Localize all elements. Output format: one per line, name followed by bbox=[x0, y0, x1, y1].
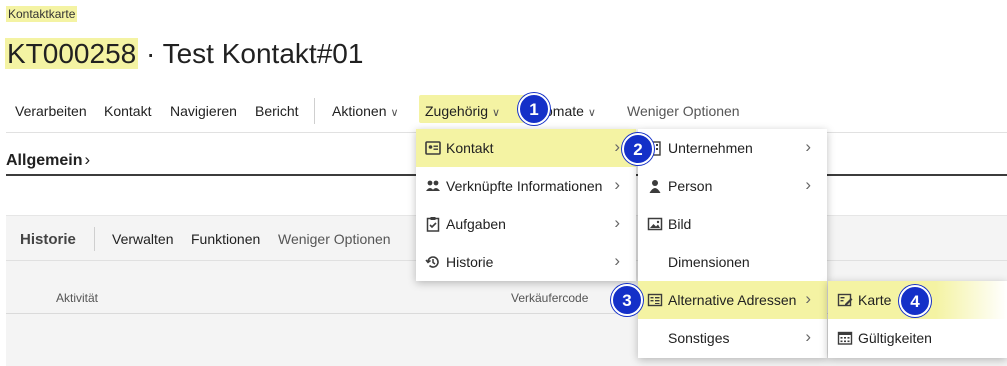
chevron-right-icon: › bbox=[805, 175, 811, 194]
action-bar: Verarbeiten Kontakt Navigieren Bericht A… bbox=[6, 92, 1007, 133]
menu-item-label: Unternehmen bbox=[668, 140, 753, 156]
menu-item-label: Alternative Adressen bbox=[668, 292, 797, 308]
automate-label: omate bbox=[545, 103, 584, 119]
column-header-aktivitaet[interactable]: Aktivität bbox=[56, 291, 98, 305]
menu-verarbeiten[interactable]: Verarbeiten bbox=[15, 103, 87, 119]
menu-item-aufgaben[interactable]: Aufgaben › bbox=[416, 205, 636, 243]
menu-item-label: Karte bbox=[858, 292, 892, 308]
menu-navigieren[interactable]: Navigieren bbox=[170, 103, 237, 119]
menu-bericht[interactable]: Bericht bbox=[255, 103, 299, 119]
address-list-icon bbox=[647, 292, 663, 308]
chevron-down-icon: ∨ bbox=[390, 107, 399, 119]
menu-item-label: Sonstiges bbox=[668, 330, 730, 346]
menu-item-gueltigkeiten[interactable]: Gültigkeiten bbox=[828, 319, 1007, 357]
record-name: Test Kontakt#01 bbox=[162, 38, 364, 69]
breadcrumb: Kontaktkarte bbox=[6, 6, 78, 22]
contact-card-icon bbox=[425, 140, 441, 156]
people-icon bbox=[425, 178, 441, 194]
person-icon bbox=[647, 178, 663, 194]
page-title: KT000258 · Test Kontakt#01 bbox=[5, 38, 363, 70]
actionbar-divider bbox=[314, 98, 315, 124]
menu-item-label: Aufgaben bbox=[446, 216, 506, 232]
menu-item-unternehmen[interactable]: Unternehmen › bbox=[638, 129, 827, 167]
menu-item-label: Historie bbox=[446, 254, 494, 270]
weniger-optionen-button[interactable]: Weniger Optionen bbox=[627, 103, 740, 119]
verwalten-button[interactable]: Verwalten bbox=[112, 231, 173, 247]
menu-item-person[interactable]: Person › bbox=[638, 167, 827, 205]
section-allgemein-label: Allgemein bbox=[6, 152, 83, 169]
menu-item-alternative-adressen[interactable]: Alternative Adressen › bbox=[638, 281, 827, 319]
chevron-right-icon: › bbox=[614, 175, 620, 194]
historie-title: Historie bbox=[20, 231, 76, 248]
menu-item-label: Person bbox=[668, 178, 713, 194]
menu-item-dimensionen[interactable]: Dimensionen bbox=[638, 243, 827, 281]
step-badge-2: 2 bbox=[622, 133, 654, 165]
section-allgemein[interactable]: Allgemein › bbox=[6, 150, 90, 170]
column-header-verkaeufercode[interactable]: Verkäufercode bbox=[511, 291, 588, 305]
menu-item-label: Kontakt bbox=[446, 140, 494, 156]
menu-aktionen[interactable]: Aktionen ∨ bbox=[332, 103, 399, 119]
menu-item-bild[interactable]: Bild bbox=[638, 205, 827, 243]
chevron-right-icon: › bbox=[805, 327, 811, 346]
menu-item-kontakt[interactable]: Kontakt › bbox=[416, 129, 636, 167]
picture-icon bbox=[647, 216, 663, 232]
clipboard-check-icon bbox=[425, 216, 441, 232]
menu-item-label: Bild bbox=[668, 216, 692, 232]
zugehoerig-label: Zugehörig bbox=[425, 103, 489, 119]
aktionen-label: Aktionen bbox=[332, 103, 387, 119]
historie-divider bbox=[94, 227, 95, 251]
menu-item-verknuepfte-informationen[interactable]: Verknüpfte Informationen › bbox=[416, 167, 636, 205]
history-icon bbox=[425, 254, 441, 270]
step-badge-4: 4 bbox=[899, 285, 931, 317]
menu-zugehoerig[interactable]: Zugehörig ∨ bbox=[425, 103, 500, 119]
chevron-right-icon: › bbox=[614, 251, 620, 270]
menu-item-label: Gültigkeiten bbox=[858, 330, 932, 346]
weniger-optionen-button[interactable]: Weniger Optionen bbox=[278, 231, 391, 247]
chevron-right-icon: › bbox=[84, 150, 91, 169]
chevron-right-icon: › bbox=[805, 289, 811, 308]
menu-item-sonstiges[interactable]: Sonstiges › bbox=[638, 319, 827, 357]
chevron-right-icon: › bbox=[805, 137, 811, 156]
menu-item-historie[interactable]: Historie › bbox=[416, 243, 636, 281]
edit-card-icon bbox=[837, 292, 853, 308]
step-badge-1: 1 bbox=[518, 93, 550, 125]
chevron-down-icon: ∨ bbox=[587, 107, 596, 119]
chevron-right-icon: › bbox=[614, 213, 620, 232]
title-separator: · bbox=[138, 38, 163, 69]
chevron-right-icon: › bbox=[614, 137, 620, 156]
menu-item-label: Verknüpfte Informationen bbox=[446, 178, 603, 194]
chevron-down-icon: ∨ bbox=[492, 107, 501, 119]
calendar-grid-icon bbox=[837, 330, 853, 346]
zugehoerig-menu: Kontakt › Verknüpfte Informationen › Auf… bbox=[416, 129, 636, 281]
funktionen-button[interactable]: Funktionen bbox=[191, 231, 260, 247]
step-badge-3: 3 bbox=[611, 284, 643, 316]
menu-automate[interactable]: omate ∨ bbox=[545, 103, 596, 119]
record-code: KT000258 bbox=[5, 38, 139, 69]
kontakt-submenu: Unternehmen › Person › Bild Dimensionen … bbox=[638, 129, 827, 358]
menu-kontakt[interactable]: Kontakt bbox=[104, 103, 151, 119]
menu-item-label: Dimensionen bbox=[668, 254, 750, 270]
